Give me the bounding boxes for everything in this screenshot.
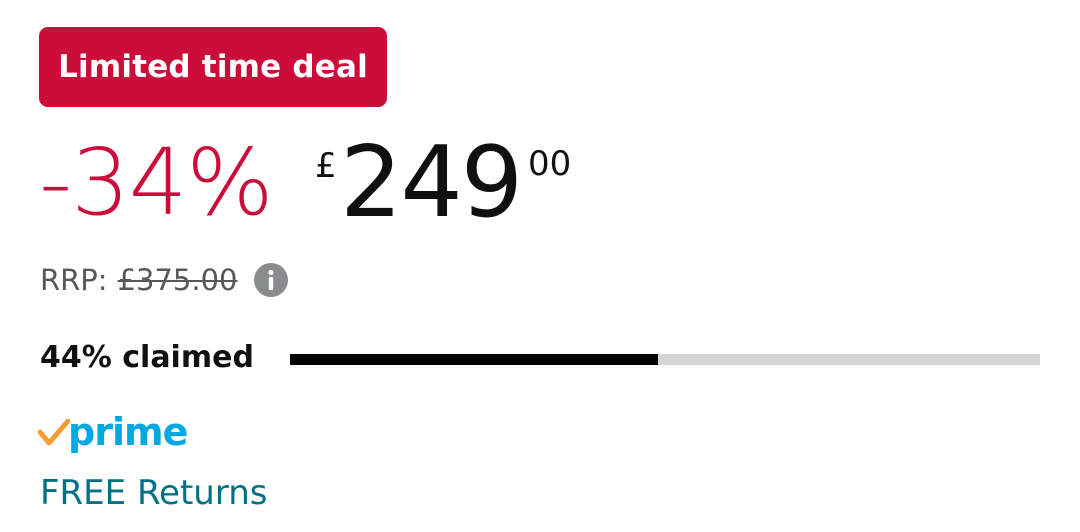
price-whole: 249	[340, 126, 523, 240]
rrp-original-price: £375.00	[117, 263, 238, 297]
free-returns-link[interactable]: FREE Returns	[40, 468, 268, 518]
price-block: -34% £ 249 00	[39, 128, 739, 238]
deal-claimed-row: 44% claimed	[40, 336, 1050, 382]
claimed-progress-bar	[290, 354, 1040, 365]
claimed-label: 44% claimed	[40, 340, 254, 375]
rrp-row: RRP: £375.00	[40, 258, 288, 302]
deal-badge-label: Limited time deal	[58, 49, 368, 85]
claimed-progress-fill	[290, 354, 658, 365]
limited-time-deal-badge: Limited time deal	[39, 27, 387, 107]
price-fraction: 00	[528, 144, 572, 184]
info-circle-icon[interactable]	[253, 263, 288, 297]
prime-label: prime	[68, 410, 188, 454]
price-currency-symbol: £	[315, 146, 337, 186]
discount-percentage: -34%	[39, 129, 274, 236]
prime-check-icon	[37, 418, 71, 449]
rrp-label: RRP:	[40, 263, 108, 297]
prime-logo: prime	[37, 404, 188, 460]
